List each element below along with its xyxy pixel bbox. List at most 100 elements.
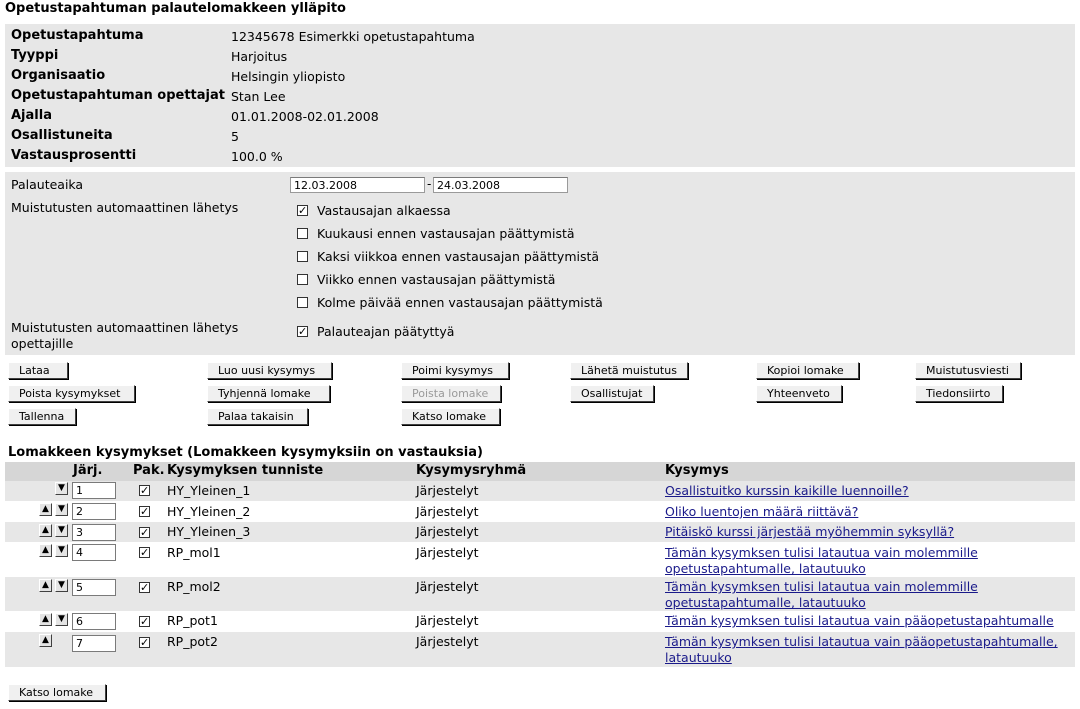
row-tunniste: RP_pot1 bbox=[167, 613, 218, 628]
move-up-icon[interactable]: ▲ bbox=[39, 634, 52, 647]
order-input[interactable]: 5 bbox=[72, 579, 116, 596]
table-row: ▼ 1 ✓ HY_Yleinen_1 Järjestelyt Osallistu… bbox=[5, 481, 1075, 501]
poimi-kysymys-button[interactable]: Poimi kysymys bbox=[401, 362, 509, 379]
row-ryhma: Järjestelyt bbox=[416, 504, 479, 519]
start-date-input[interactable] bbox=[290, 177, 425, 193]
row-tunniste: HY_Yleinen_2 bbox=[167, 504, 251, 519]
row-ryhma: Järjestelyt bbox=[416, 634, 479, 649]
pakollinen-checkbox[interactable]: ✓ bbox=[139, 485, 150, 496]
teacher-reminder-option-label: Palauteajan päätyttyä bbox=[317, 324, 455, 339]
pakollinen-checkbox[interactable]: ✓ bbox=[139, 547, 150, 558]
poista-lomake-button[interactable]: Poista lomake bbox=[401, 385, 501, 402]
teacher-reminder-label-line1: Muistutusten automaattinen lähetys bbox=[11, 320, 239, 335]
pakollinen-checkbox[interactable]: ✓ bbox=[139, 506, 150, 517]
move-up-icon[interactable]: ▲ bbox=[39, 524, 52, 537]
question-link[interactable]: Oliko luentojen määrä riittävä? bbox=[665, 504, 1080, 520]
table-row: ▲ ▼ 6 ✓ RP_pot1 Järjestelyt Tämän kysymk… bbox=[5, 611, 1075, 632]
yhteenveto-button[interactable]: Yhteenveto bbox=[756, 385, 842, 402]
info-label-tyyppi: Tyyppi bbox=[11, 48, 59, 63]
question-link[interactable]: Osallistuitko kurssin kaikille luennoill… bbox=[665, 483, 1080, 499]
order-input[interactable]: 7 bbox=[72, 635, 116, 652]
info-label-ajalla: Ajalla bbox=[11, 108, 52, 123]
questions-title: Lomakkeen kysymykset (Lomakkeen kysymyks… bbox=[8, 445, 483, 460]
move-down-icon[interactable]: ▼ bbox=[55, 579, 68, 592]
question-link[interactable]: Tämän kysymksen tulisi latautua vain mol… bbox=[665, 579, 1005, 611]
question-link[interactable]: Tämän kysymksen tulisi latautua vain pää… bbox=[665, 634, 1080, 666]
info-panel: Opetustapahtuma 12345678 Esimerkki opetu… bbox=[5, 24, 1075, 167]
move-down-icon[interactable]: ▼ bbox=[55, 503, 68, 516]
reminder-checkbox-start[interactable]: ✓ bbox=[297, 205, 308, 216]
end-date-input[interactable] bbox=[433, 177, 568, 193]
move-down-icon[interactable]: ▼ bbox=[55, 524, 68, 537]
row-tunniste: RP_mol2 bbox=[167, 579, 221, 594]
kopioi-lomake-button[interactable]: Kopioi lomake bbox=[756, 362, 859, 379]
move-up-icon[interactable]: ▲ bbox=[39, 544, 52, 557]
lataa-button[interactable]: Lataa bbox=[8, 362, 68, 379]
poista-kysymykset-button[interactable]: Poista kysymykset bbox=[8, 385, 135, 402]
settings-panel: Palauteaika - Muistutusten automaattinen… bbox=[5, 172, 1075, 355]
teacher-reminder-checkbox[interactable]: ✓ bbox=[297, 326, 308, 337]
info-value-opettajat: Stan Lee bbox=[231, 89, 286, 104]
question-link[interactable]: Pitäiskö kurssi järjestää myöhemmin syks… bbox=[665, 524, 1080, 540]
info-value-tyyppi: Harjoitus bbox=[231, 49, 288, 64]
info-label-osallistuneita: Osallistuneita bbox=[11, 128, 113, 143]
reminder-label-start: Vastausajan alkaessa bbox=[317, 203, 451, 218]
question-link[interactable]: Tämän kysymksen tulisi latautua vain pää… bbox=[665, 613, 1080, 629]
reminder-checkbox-three-days[interactable] bbox=[297, 297, 308, 308]
tiedonsiirto-button[interactable]: Tiedonsiirto bbox=[915, 385, 1003, 402]
header-tunniste: Kysymyksen tunniste bbox=[167, 463, 324, 478]
move-up-icon[interactable]: ▲ bbox=[39, 503, 52, 516]
table-row: ▲ ▼ 5 ✓ RP_mol2 Järjestelyt Tämän kysymk… bbox=[5, 577, 1075, 611]
table-row: ▲ ▼ 3 ✓ HY_Yleinen_3 Järjestelyt Pitäisk… bbox=[5, 522, 1075, 542]
katso-lomake-button[interactable]: Katso lomake bbox=[401, 408, 500, 425]
question-link[interactable]: Tämän kysymksen tulisi latautua vain mol… bbox=[665, 545, 1005, 577]
move-up-icon[interactable]: ▲ bbox=[39, 579, 52, 592]
order-input[interactable]: 6 bbox=[72, 613, 116, 630]
info-label-opettajat: Opetustapahtuman opettajat bbox=[11, 88, 225, 103]
pakollinen-checkbox[interactable]: ✓ bbox=[139, 582, 150, 593]
info-label-vastausprosentti: Vastausprosentti bbox=[11, 148, 137, 163]
reminder-checkbox-month[interactable] bbox=[297, 228, 308, 239]
table-row: ▲ ▼ 2 ✓ HY_Yleinen_2 Järjestelyt Oliko l… bbox=[5, 501, 1075, 522]
row-ryhma: Järjestelyt bbox=[416, 483, 479, 498]
move-down-icon[interactable]: ▼ bbox=[55, 613, 68, 626]
tyhjenna-lomake-button[interactable]: Tyhjennä lomake bbox=[207, 385, 330, 402]
row-tunniste: HY_Yleinen_1 bbox=[167, 483, 251, 498]
move-up-icon[interactable]: ▲ bbox=[39, 613, 52, 626]
move-down-icon[interactable]: ▼ bbox=[55, 544, 68, 557]
info-value-vastausprosentti: 100.0 % bbox=[231, 149, 283, 164]
table-row: ▲ 7 ✓ RP_pot2 Järjestelyt Tämän kysymkse… bbox=[5, 632, 1075, 667]
palauteaika-label: Palauteaika bbox=[11, 177, 84, 192]
row-ryhma: Järjestelyt bbox=[416, 613, 479, 628]
teacher-reminder-label-line2: opettajille bbox=[11, 336, 74, 351]
row-ryhma: Järjestelyt bbox=[416, 524, 479, 539]
header-pak: Pak. bbox=[133, 463, 165, 478]
order-input[interactable]: 2 bbox=[72, 503, 116, 520]
luo-uusi-kysymys-button[interactable]: Luo uusi kysymys bbox=[207, 362, 332, 379]
date-separator: - bbox=[427, 177, 432, 191]
reminder-checkbox-week[interactable] bbox=[297, 274, 308, 285]
info-value-opetustapahtuma: 12345678 Esimerkki opetustapahtuma bbox=[231, 29, 475, 44]
info-value-osallistuneita: 5 bbox=[231, 129, 239, 144]
pakollinen-checkbox[interactable]: ✓ bbox=[139, 527, 150, 538]
table-row: ▲ ▼ 4 ✓ RP_mol1 Järjestelyt Tämän kysymk… bbox=[5, 542, 1075, 577]
reminder-label-three-days: Kolme päivää ennen vastausajan päättymis… bbox=[317, 295, 603, 310]
order-input[interactable]: 3 bbox=[72, 524, 116, 541]
katso-lomake-bottom-button[interactable]: Katso lomake bbox=[8, 684, 106, 701]
page-title: Opetustapahtuman palautelomakkeen ylläpi… bbox=[5, 1, 346, 16]
muistutusviesti-button[interactable]: Muistutusviesti bbox=[915, 362, 1021, 379]
order-input[interactable]: 1 bbox=[72, 482, 116, 499]
reminder-label: Muistutusten automaattinen lähetys bbox=[11, 200, 239, 215]
tallenna-button[interactable]: Tallenna bbox=[8, 408, 76, 425]
order-input[interactable]: 4 bbox=[72, 544, 116, 561]
info-value-organisaatio: Helsingin yliopisto bbox=[231, 69, 346, 84]
osallistujat-button[interactable]: Osallistujat bbox=[570, 385, 654, 402]
row-ryhma: Järjestelyt bbox=[416, 545, 479, 560]
pakollinen-checkbox[interactable]: ✓ bbox=[139, 637, 150, 648]
info-label-organisaatio: Organisaatio bbox=[11, 68, 106, 83]
move-down-icon[interactable]: ▼ bbox=[55, 482, 68, 495]
laheta-muistutus-button[interactable]: Lähetä muistutus bbox=[570, 362, 688, 379]
pakollinen-checkbox[interactable]: ✓ bbox=[139, 616, 150, 627]
palaa-takaisin-button[interactable]: Palaa takaisin bbox=[207, 408, 308, 425]
reminder-checkbox-two-weeks[interactable] bbox=[297, 251, 308, 262]
